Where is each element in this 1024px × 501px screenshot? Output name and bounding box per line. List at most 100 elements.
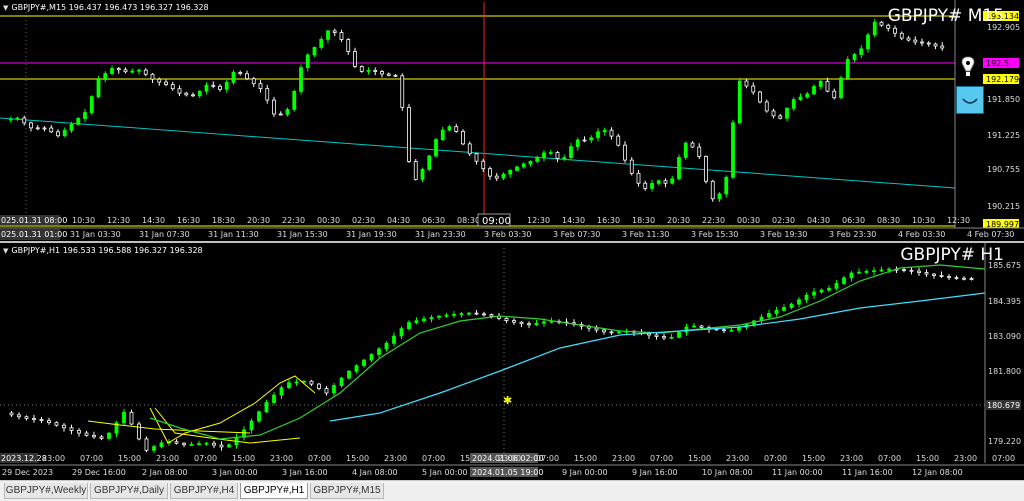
h1-date-label: 10 Jan 08:00 bbox=[702, 468, 753, 477]
m15-candle bbox=[326, 30, 330, 40]
m15-candle bbox=[879, 21, 884, 26]
h1-chart-panel[interactable]: ✱ 185.675 184.395 183.090 181.800 179.220 180.… bbox=[0, 243, 1024, 480]
h1-date-label: 29 Dec 2023 bbox=[2, 468, 53, 477]
h1-candle bbox=[654, 334, 659, 337]
m15-candle bbox=[157, 78, 162, 83]
h1-candle bbox=[9, 412, 14, 416]
h1-candle bbox=[182, 442, 186, 446]
pen-icon[interactable] bbox=[958, 56, 978, 78]
m15-candle bbox=[366, 69, 371, 72]
h1-time-label: 23:00 bbox=[156, 454, 179, 463]
m15-time-label: 22:30 bbox=[282, 216, 305, 225]
h1-time-label: 23:00 bbox=[384, 454, 407, 463]
m15-candle bbox=[49, 127, 54, 133]
m15-candle bbox=[791, 99, 796, 109]
tab-weekly[interactable]: GBPJPY#,Weekly bbox=[4, 483, 88, 499]
h1-candle bbox=[722, 329, 726, 332]
h1-ma-green bbox=[149, 264, 986, 440]
m15-time-label: 12:30 bbox=[107, 216, 130, 225]
h1-candle bbox=[92, 434, 96, 438]
m15-candle bbox=[548, 152, 553, 154]
m15-candle bbox=[197, 90, 202, 97]
h1-candle bbox=[107, 432, 111, 439]
collapse-triangle-icon[interactable]: ▼ bbox=[3, 4, 8, 12]
m15-date-label: 31 Jan 19:30 bbox=[346, 230, 397, 239]
h1-time-label: 07:00 bbox=[80, 454, 103, 463]
h1-candle bbox=[512, 320, 516, 323]
m15-candle bbox=[238, 72, 243, 75]
tab-daily[interactable]: GBPJPY#,Daily bbox=[90, 483, 168, 499]
m15-candle bbox=[832, 90, 837, 99]
h1-candle bbox=[939, 275, 944, 277]
m15-time-label: 00:30 bbox=[317, 216, 340, 225]
m15-candle bbox=[224, 81, 229, 90]
collapse-triangle-icon[interactable]: ▼ bbox=[3, 247, 8, 255]
h1-candle bbox=[264, 402, 269, 413]
m15-time-label: 12:30 bbox=[947, 216, 970, 225]
m15-candle bbox=[508, 169, 513, 175]
h1-chart-canvas[interactable]: ✱185.675184.395183.090181.800179.220180.… bbox=[0, 243, 1024, 480]
tab-h4[interactable]: GBPJPY#,H4 bbox=[170, 483, 238, 499]
h1-candle bbox=[459, 313, 464, 316]
m15-date-label: 3 Feb 03:30 bbox=[484, 230, 531, 239]
m15-time-label: 20:30 bbox=[247, 216, 270, 225]
m15-candle bbox=[15, 117, 20, 120]
m15-candle bbox=[184, 92, 189, 96]
m15-candle bbox=[683, 142, 688, 158]
h1-candle bbox=[17, 414, 21, 418]
h1-candle bbox=[24, 416, 29, 419]
m15-candle bbox=[332, 30, 337, 33]
m15-date-label: 3 Feb 19:30 bbox=[760, 230, 807, 239]
h1-candle bbox=[827, 287, 831, 291]
m15-candle bbox=[494, 175, 499, 179]
m15-candle bbox=[285, 109, 290, 115]
h1-candle bbox=[54, 422, 59, 426]
m15-candle bbox=[413, 161, 418, 180]
m15-candle bbox=[177, 88, 182, 94]
tab-h1[interactable]: GBPJPY#,H1 bbox=[240, 483, 308, 499]
h1-candle bbox=[819, 289, 824, 293]
h1-candle bbox=[812, 291, 816, 296]
h1-symbol-title: GBPJPY# H1 bbox=[900, 245, 1004, 265]
h1-candle bbox=[414, 320, 419, 323]
h1-candle bbox=[227, 444, 231, 448]
h1-candle bbox=[249, 420, 254, 431]
h1-candle bbox=[932, 273, 936, 276]
h1-candle bbox=[354, 365, 359, 372]
h1-time-label: 15:00 bbox=[346, 454, 369, 463]
h1-candle bbox=[347, 370, 351, 379]
h1-candle bbox=[542, 321, 546, 324]
m15-candle bbox=[474, 153, 479, 162]
m15-date-label: 3 Feb 11:30 bbox=[622, 230, 669, 239]
h1-price-label: 183.090 bbox=[988, 332, 1021, 341]
h1-candle bbox=[609, 331, 614, 334]
m15-chart-canvas[interactable]: 192.905192.179191.850191.225190.755190.2… bbox=[0, 0, 1024, 241]
h1-candle bbox=[669, 336, 674, 339]
crosshair-icon: ✱ bbox=[503, 394, 512, 407]
h1-time-label: 15:00 bbox=[916, 454, 939, 463]
h1-candle bbox=[954, 277, 959, 280]
m15-candle bbox=[697, 146, 702, 157]
h1-candle bbox=[617, 331, 621, 334]
m15-candle bbox=[656, 180, 661, 184]
m15-candle bbox=[771, 110, 776, 117]
h1-candle bbox=[309, 380, 314, 385]
m15-candle bbox=[204, 84, 209, 92]
h1-candle bbox=[392, 335, 396, 344]
m15-time-label: 18:30 bbox=[632, 216, 655, 225]
tab-m15[interactable]: GBPJPY#,M15 bbox=[310, 483, 384, 499]
h1-candle bbox=[684, 326, 689, 333]
m15-chart-panel[interactable]: 192.905192.179191.850191.225190.755190.2… bbox=[0, 0, 1024, 241]
h1-date-label: 2 Jan 08:00 bbox=[142, 468, 188, 477]
h1-highlight-date: 2024.01.05 19:00 bbox=[472, 468, 543, 477]
smile-widget-icon[interactable] bbox=[956, 86, 984, 114]
h1-candle bbox=[77, 430, 81, 434]
m15-candle bbox=[940, 45, 945, 49]
h1-candle bbox=[152, 446, 156, 451]
m15-candle bbox=[501, 173, 506, 179]
m15-candle bbox=[906, 37, 911, 41]
m15-candle bbox=[319, 38, 324, 48]
m15-candle bbox=[758, 91, 762, 103]
m15-candle bbox=[609, 129, 614, 137]
h1-date-label: 9 Jan 16:00 bbox=[632, 468, 678, 477]
